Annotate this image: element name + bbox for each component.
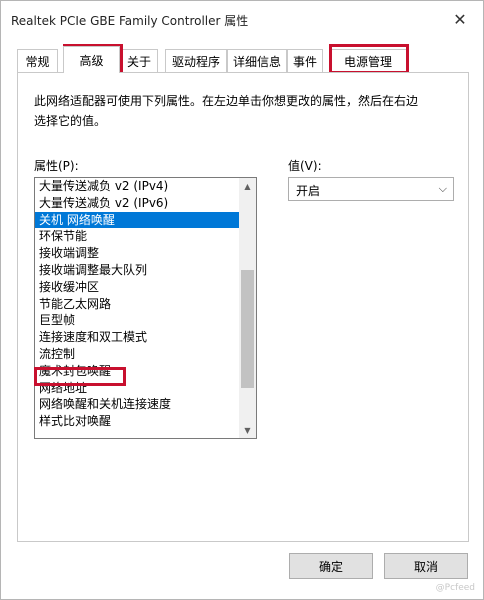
magic-packet-highlight	[34, 367, 126, 386]
tab-advanced[interactable]: 高级	[63, 46, 120, 73]
scroll-up-icon[interactable]: ▲	[239, 178, 256, 194]
tab-details[interactable]: 详细信息	[227, 49, 287, 72]
cancel-button[interactable]: 取消	[384, 553, 468, 579]
title-bar: Realtek PCIe GBE Family Controller 属性 ✕	[1, 1, 483, 37]
property-label: 属性(P):	[34, 159, 79, 173]
watermark: @Pcfeed	[435, 583, 475, 593]
tab-events[interactable]: 事件	[287, 49, 323, 72]
list-item[interactable]: 接收端调整最大队列	[35, 262, 240, 279]
advanced-panel: 此网络适配器可使用下列属性。在左边单击你想更改的属性，然后在右边选择它的值。 属…	[17, 72, 469, 542]
properties-dialog: Realtek PCIe GBE Family Controller 属性 ✕ …	[0, 0, 484, 600]
scroll-down-icon[interactable]: ▼	[239, 422, 256, 438]
tab-strip: 常规 高级 关于 驱动程序 详细信息 事件 电源管理	[17, 44, 469, 74]
list-item[interactable]: 大量传送减负 v2 (IPv6)	[35, 195, 240, 212]
property-listbox[interactable]: 大量传送减负 v2 (IPv4) 大量传送减负 v2 (IPv6) 关机 网络唤醒环…	[34, 177, 257, 439]
list-item[interactable]: 巨型帧	[35, 312, 240, 329]
description-text: 此网络适配器可使用下列属性。在左边单击你想更改的属性，然后在右边选择它的值。	[34, 94, 419, 128]
window-title: Realtek PCIe GBE Family Controller 属性	[11, 14, 249, 28]
value-dropdown-selected: 开启	[296, 184, 321, 198]
ok-button[interactable]: 确定	[289, 553, 373, 579]
scroll-thumb[interactable]	[241, 270, 254, 388]
list-item[interactable]: 节能乙太网路	[35, 296, 240, 313]
tab-about[interactable]: 关于	[120, 49, 158, 72]
list-item[interactable]: 流控制	[35, 346, 240, 363]
list-item[interactable]: 关机 网络唤醒	[35, 211, 240, 229]
tab-general[interactable]: 常规	[17, 49, 58, 72]
list-item[interactable]: 环保节能	[35, 228, 240, 245]
list-item[interactable]: 网络唤醒和关机连接速度	[35, 396, 240, 413]
close-icon[interactable]: ✕	[441, 4, 479, 34]
chevron-down-icon: ⌵	[438, 182, 447, 195]
value-dropdown[interactable]: 开启 ⌵	[288, 177, 454, 201]
list-item[interactable]: 大量传送减负 v2 (IPv4)	[35, 178, 240, 195]
list-item[interactable]: 样式比对唤醒	[35, 413, 240, 430]
list-item[interactable]: 连接速度和双工模式	[35, 329, 240, 346]
tab-driver[interactable]: 驱动程序	[165, 49, 227, 72]
list-item[interactable]: 接收缓冲区	[35, 279, 240, 296]
value-label: 值(V):	[288, 159, 322, 173]
list-item[interactable]: 接收端调整	[35, 245, 240, 262]
list-scrollbar[interactable]: ▲ ▼	[239, 178, 256, 438]
property-list: 大量传送减负 v2 (IPv4) 大量传送减负 v2 (IPv6) 关机 网络唤醒环…	[35, 178, 240, 430]
power-tab-highlight	[329, 44, 409, 74]
